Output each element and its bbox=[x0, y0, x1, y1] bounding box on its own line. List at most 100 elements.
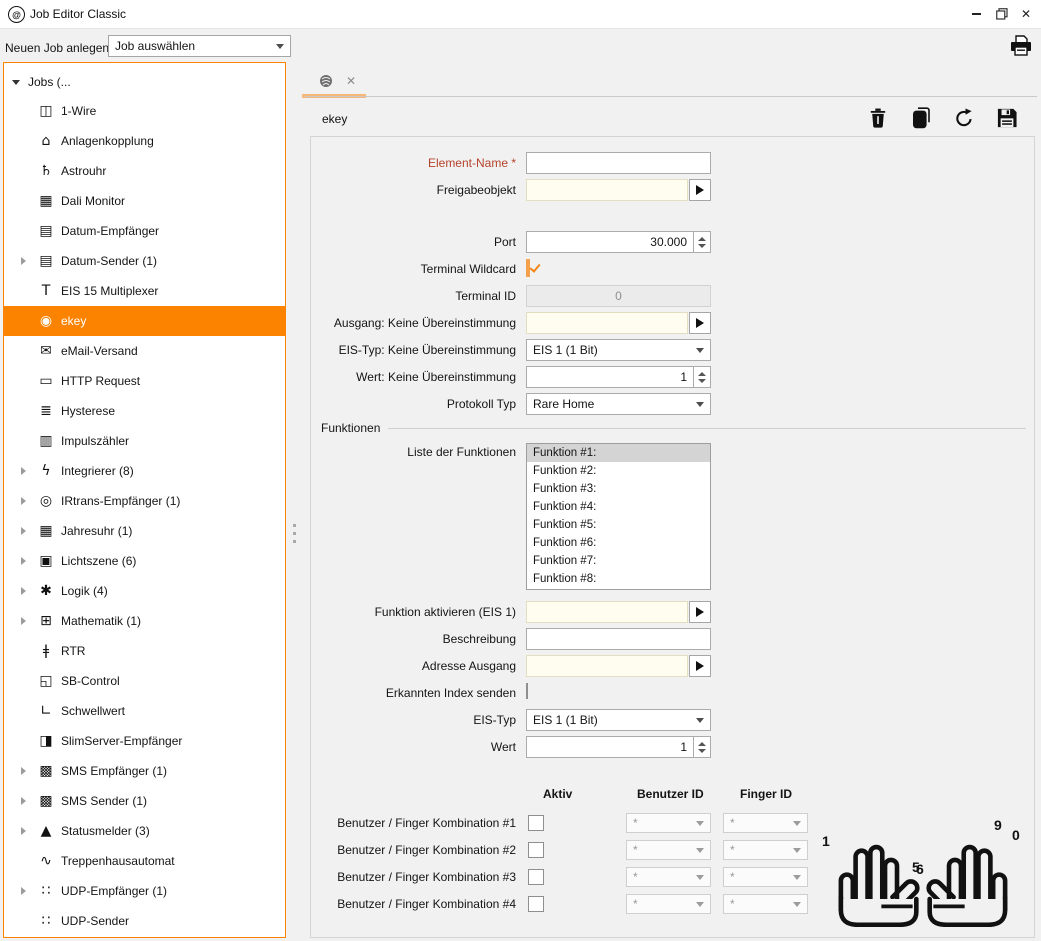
finger-id-select[interactable]: * bbox=[723, 813, 808, 833]
sidebar-item[interactable]: ∷ UDP-Sender bbox=[4, 906, 285, 936]
adresse-ausgang-input[interactable] bbox=[526, 655, 688, 677]
delete-job-button[interactable] bbox=[868, 106, 888, 130]
reset-job-button[interactable] bbox=[954, 106, 974, 130]
sidebar-item[interactable]: ◉ ekey bbox=[4, 306, 285, 336]
collapse-triangle-icon[interactable] bbox=[12, 80, 20, 85]
sidebar-item[interactable]: ◎ IRtrans-Empfänger (1) bbox=[4, 486, 285, 516]
sidebar-item[interactable]: ✱ Logik (4) bbox=[4, 576, 285, 606]
chevron-right-icon[interactable] bbox=[21, 797, 26, 805]
wert-keine-input[interactable]: 1 bbox=[526, 366, 694, 388]
protokoll-typ-select[interactable]: Rare Home bbox=[526, 393, 711, 415]
chevron-right-icon[interactable] bbox=[21, 617, 26, 625]
sidebar-item[interactable]: ⊞ Mathematik (1) bbox=[4, 606, 285, 636]
sidebar-item[interactable]: ▣ Lichtszene (6) bbox=[4, 546, 285, 576]
jobs-root-node[interactable]: Jobs (... bbox=[4, 71, 71, 93]
restore-button[interactable] bbox=[993, 5, 1011, 23]
sidebar-item[interactable]: ▤ Datum-Sender (1) bbox=[4, 246, 285, 276]
sidebar-item[interactable]: ▦ Jahresuhr (1) bbox=[4, 516, 285, 546]
sidebar-item[interactable]: ⌂ Anlagenkopplung bbox=[4, 126, 285, 156]
aktiv-checkbox[interactable] bbox=[528, 815, 544, 831]
freigabeobjekt-picker-button[interactable] bbox=[689, 179, 711, 201]
funktion-list-item[interactable]: Funktion #5: bbox=[527, 516, 710, 534]
eis-typ-select[interactable]: EIS 1 (1 Bit) bbox=[526, 709, 711, 731]
funktion-list-item[interactable]: Funktion #8: bbox=[527, 570, 710, 588]
funktion-list-item[interactable]: Funktion #1: bbox=[527, 444, 710, 462]
sidebar-item[interactable]: ▤ Datum-Empfänger bbox=[4, 216, 285, 246]
sidebar-item[interactable]: ▩ SMS Sender (1) bbox=[4, 786, 285, 816]
funktion-list-item[interactable]: Funktion #3: bbox=[527, 480, 710, 498]
sidebar-item[interactable]: ✉ eMail-Versand bbox=[4, 336, 285, 366]
aktiv-checkbox[interactable] bbox=[528, 869, 544, 885]
chevron-right-icon[interactable] bbox=[21, 497, 26, 505]
funktionen-listbox[interactable]: Funktion #1: Funktion #2: Funktion #3: F… bbox=[526, 443, 711, 590]
aktiv-checkbox[interactable] bbox=[528, 842, 544, 858]
finger-id-select[interactable]: * bbox=[723, 840, 808, 860]
adresse-ausgang-label: Adresse Ausgang bbox=[311, 655, 516, 677]
sidebar-item[interactable]: ◱ SB-Control bbox=[4, 666, 285, 696]
sidebar-item[interactable]: ≣ Hysterese bbox=[4, 396, 285, 426]
sidebar-item[interactable]: T EIS 15 Multiplexer bbox=[4, 276, 285, 306]
chevron-right-icon[interactable] bbox=[21, 257, 26, 265]
ausgang-keine-picker-button[interactable] bbox=[689, 312, 711, 334]
wert-spinner[interactable] bbox=[694, 736, 711, 758]
print-button[interactable] bbox=[1009, 34, 1033, 58]
finger-id-select[interactable]: * bbox=[723, 894, 808, 914]
benutzer-id-select[interactable]: * bbox=[626, 867, 711, 887]
benutzer-id-select[interactable]: * bbox=[626, 894, 711, 914]
beschreibung-input[interactable] bbox=[526, 628, 711, 650]
aktiv-checkbox[interactable] bbox=[528, 896, 544, 912]
benutzer-id-select[interactable]: * bbox=[626, 813, 711, 833]
sidebar-item[interactable]: ∿ Treppenhausautomat bbox=[4, 846, 285, 876]
funktion-list-item[interactable]: Funktion #4: bbox=[527, 498, 710, 516]
kombination-label: Benutzer / Finger Kombination #2 bbox=[311, 840, 516, 860]
chevron-right-icon[interactable] bbox=[21, 827, 26, 835]
splitter-handle[interactable] bbox=[293, 524, 297, 548]
chevron-right-icon[interactable] bbox=[21, 587, 26, 595]
chevron-right-icon[interactable] bbox=[21, 767, 26, 775]
sidebar-item[interactable]: ϟ Integrierer (8) bbox=[4, 456, 285, 486]
freigabeobjekt-input[interactable] bbox=[526, 179, 688, 201]
chevron-right-icon[interactable] bbox=[21, 527, 26, 535]
funktion-list-item[interactable]: Funktion #2: bbox=[527, 462, 710, 480]
sidebar-item[interactable]: ♄ Astrouhr bbox=[4, 156, 285, 186]
tab-ekey[interactable]: ✕ bbox=[305, 68, 367, 96]
funktion-aktivieren-picker-button[interactable] bbox=[689, 601, 711, 623]
arrow-right-icon bbox=[696, 607, 704, 617]
sidebar-item[interactable]: ▩ SMS Empfänger (1) bbox=[4, 756, 285, 786]
funktion-aktivieren-input[interactable] bbox=[526, 601, 688, 623]
chevron-right-icon[interactable] bbox=[21, 887, 26, 895]
wert-input[interactable]: 1 bbox=[526, 736, 694, 758]
funktion-list-item[interactable]: Funktion #7: bbox=[527, 552, 710, 570]
sidebar-item[interactable]: ∟ Schwellwert bbox=[4, 696, 285, 726]
port-spinner[interactable] bbox=[694, 231, 711, 253]
port-input[interactable]: 30.000 bbox=[526, 231, 694, 253]
chevron-right-icon[interactable] bbox=[21, 467, 26, 475]
wert-keine-spinner[interactable] bbox=[694, 366, 711, 388]
sidebar-item[interactable]: ◨ SlimServer-Empfänger bbox=[4, 726, 285, 756]
chevron-right-icon[interactable] bbox=[21, 557, 26, 565]
finger-id-select[interactable]: * bbox=[723, 867, 808, 887]
element-name-input[interactable] bbox=[526, 152, 711, 174]
erkannten-index-checkbox[interactable] bbox=[526, 683, 528, 699]
sidebar-item[interactable]: ▥ Impulszähler bbox=[4, 426, 285, 456]
kombination-label: Benutzer / Finger Kombination #3 bbox=[311, 867, 516, 887]
funktion-list-item[interactable]: Funktion #6: bbox=[527, 534, 710, 552]
sidebar-item[interactable]: ◫ 1-Wire bbox=[4, 96, 285, 126]
sidebar-item[interactable]: ∷ UDP-Empfänger (1) bbox=[4, 876, 285, 906]
sidebar-item[interactable]: ▭ HTTP Request bbox=[4, 366, 285, 396]
close-button[interactable]: ✕ bbox=[1017, 5, 1035, 23]
eis-typ-keine-select[interactable]: EIS 1 (1 Bit) bbox=[526, 339, 711, 361]
ausgang-keine-input[interactable] bbox=[526, 312, 688, 334]
terminal-wildcard-checkbox[interactable] bbox=[526, 259, 530, 277]
save-job-button[interactable] bbox=[997, 106, 1017, 130]
adresse-ausgang-picker-button[interactable] bbox=[689, 655, 711, 677]
copy-job-button[interactable] bbox=[911, 106, 931, 130]
tab-close-icon[interactable]: ✕ bbox=[346, 74, 356, 88]
job-select-dropdown[interactable]: Job auswählen bbox=[108, 35, 291, 57]
sidebar-item[interactable]: ǂ RTR bbox=[4, 636, 285, 666]
sidebar-item[interactable]: ▦ Dali Monitor bbox=[4, 186, 285, 216]
sidebar-item[interactable]: ▲ Statusmelder (3) bbox=[4, 816, 285, 846]
benutzer-id-select[interactable]: * bbox=[626, 840, 711, 860]
job-type-icon: ∷ bbox=[36, 906, 56, 936]
minimize-button[interactable] bbox=[967, 5, 985, 23]
